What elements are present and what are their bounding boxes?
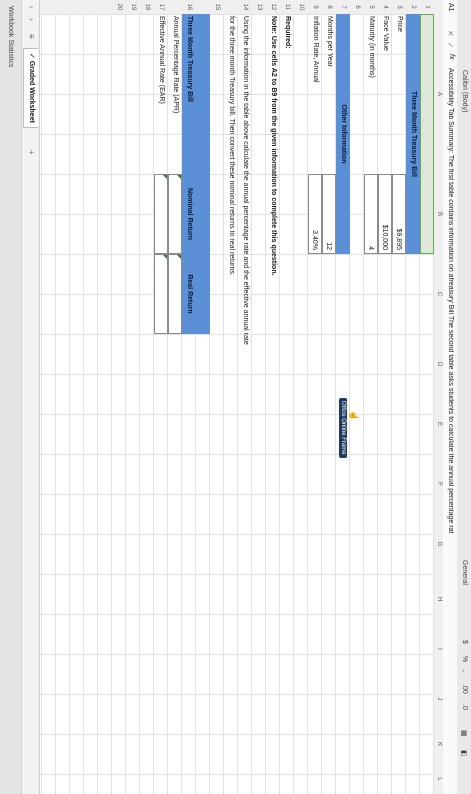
row-header-17[interactable]: 17 — [154, 0, 168, 14]
table2-label-months[interactable]: Months per Year — [322, 16, 336, 172]
row-header-20[interactable]: 20 — [112, 0, 126, 14]
column-header-c[interactable]: C — [434, 254, 443, 334]
row-header-bar: 1 2 3 4 5 6 7 8 9 10 11 12 13 14 15 16 1… — [40, 0, 434, 15]
column-header-a[interactable]: A — [434, 14, 443, 174]
table1-value-maturity[interactable]: 4 — [364, 174, 378, 254]
row-header-6[interactable]: 6 — [350, 0, 364, 14]
cell-indicator-icon — [177, 175, 181, 179]
increase-decimal-button[interactable]: .00 — [461, 684, 468, 694]
table1-label-face-value[interactable]: Face Value — [378, 16, 392, 172]
table3-col-real[interactable]: Real Return — [182, 254, 196, 334]
row-header-12[interactable]: 12 — [266, 0, 280, 14]
formula-content[interactable]: Accessibility Tab Summary: The first tab… — [447, 68, 454, 792]
table1-title[interactable]: Three Month Treasury Bill — [406, 14, 420, 254]
cell-indicator-icon — [163, 255, 167, 259]
check-icon: ✓ — [28, 53, 35, 61]
column-header-bar: A B C D E F G H I J K L — [433, 0, 443, 794]
cell-indicator-icon — [163, 175, 167, 179]
row-header-8[interactable]: 8 — [322, 0, 336, 14]
currency-format-button[interactable]: $ — [461, 640, 468, 644]
instruction-line-1[interactable]: Using the information in the table above… — [238, 16, 252, 345]
row-header-7[interactable]: 7 — [336, 0, 350, 14]
selected-cell-a1[interactable] — [420, 14, 434, 254]
column-header-b[interactable]: B — [434, 174, 443, 254]
row-header-16[interactable]: 16 — [182, 0, 196, 14]
font-name-box[interactable]: Calibri (Body) — [461, 70, 468, 112]
row-header-4[interactable]: 4 — [378, 0, 392, 14]
column-header-d[interactable]: D — [434, 334, 443, 394]
table1-label-maturity[interactable]: Maturity (in months) — [364, 16, 378, 172]
column-header-f[interactable]: F — [434, 454, 443, 514]
add-sheet-button[interactable]: + — [27, 150, 36, 155]
row-header-10[interactable]: 10 — [294, 0, 308, 14]
comma-format-button[interactable]: , — [461, 670, 468, 672]
tab-graded-worksheet[interactable]: ✓ Graded Worksheet — [23, 48, 38, 128]
table3-title[interactable]: Three Month Treasury Bill — [182, 16, 196, 102]
row-header-18[interactable]: 18 — [140, 0, 154, 14]
decrease-decimal-button[interactable]: .0 — [461, 704, 468, 710]
ear-nominal-input[interactable] — [154, 174, 168, 254]
fill-color-icon[interactable]: ◧ — [460, 750, 468, 757]
apr-real-input[interactable] — [168, 254, 182, 334]
table2-value-months[interactable]: 12 — [322, 174, 336, 254]
hand-cursor-icon: ☝ — [349, 410, 359, 422]
row-header-2[interactable]: 2 — [406, 0, 420, 14]
name-box[interactable]: A1 — [447, 3, 454, 12]
function-icon[interactable]: fx — [448, 54, 455, 59]
row-header-15[interactable]: 15 — [210, 0, 224, 14]
cancel-icon[interactable]: ✕ — [446, 30, 455, 37]
confirm-icon[interactable]: ✓ — [446, 42, 455, 49]
ear-real-input[interactable] — [154, 254, 168, 334]
number-format-dropdown[interactable]: General — [461, 560, 468, 585]
column-header-k[interactable]: K — [434, 724, 443, 764]
row-header-11[interactable]: 11 — [280, 0, 294, 14]
office-online-frame-tooltip: Office Online Frame — [339, 398, 347, 458]
row-header-19[interactable]: 19 — [126, 0, 140, 14]
workbook-statistics[interactable]: Workbook Statistics — [7, 6, 14, 67]
row-header-1[interactable]: 1 — [420, 0, 434, 14]
column-header-h[interactable]: H — [434, 574, 443, 624]
table1-label-price[interactable]: Price — [392, 16, 406, 172]
column-header-g[interactable]: G — [434, 514, 443, 574]
table3-col-nominal[interactable]: Nominal Return — [182, 174, 196, 254]
row-header-13[interactable]: 13 — [252, 0, 266, 14]
column-header-i[interactable]: I — [434, 624, 443, 674]
percent-format-button[interactable]: % — [461, 656, 468, 662]
table3-label-ear[interactable]: Effective Annual Rate (EAR) — [154, 16, 168, 172]
row-header-9[interactable]: 9 — [308, 0, 322, 14]
table3-label-apr[interactable]: Annual Percentage Rate (APR) — [168, 16, 182, 172]
column-header-l[interactable]: L — [434, 764, 443, 794]
table2-label-inflation[interactable]: Inflation Rate, Annual — [308, 16, 322, 172]
row-header-14[interactable]: 14 — [238, 0, 252, 14]
table1-value-face-value[interactable]: $10,000 — [378, 174, 392, 254]
table2-title[interactable]: Other Information — [336, 14, 350, 254]
column-header-j[interactable]: J — [434, 674, 443, 724]
apr-nominal-input[interactable] — [168, 174, 182, 254]
table1-value-price[interactable]: $9,895 — [392, 174, 406, 254]
status-bar: Workbook Statistics — [0, 0, 22, 794]
chevron-right-icon[interactable]: › — [27, 18, 36, 21]
sheet-tab-bar: ‹ › ≡ ✓ Graded Worksheet + — [21, 0, 40, 794]
table2-value-inflation[interactable]: 3.40% — [308, 174, 322, 254]
row-header-3[interactable]: 3 — [392, 0, 406, 14]
instruction-line-2[interactable]: for the three month Treasury bill. Then … — [224, 16, 238, 276]
formula-bar: A1 ✕ ✓ fx Accessibility Tab Summary: The… — [442, 0, 457, 794]
row-header-5[interactable]: 5 — [364, 0, 378, 14]
column-header-e[interactable]: E — [434, 394, 443, 454]
ribbon-toolbar: Calibri (Body) General $ % , .00 .0 ▦ ◧ — [456, 0, 471, 794]
required-heading[interactable]: Required: — [280, 16, 294, 49]
tab-label: Graded Worksheet — [28, 60, 35, 123]
spreadsheet-window: Calibri (Body) General $ % , .00 .0 ▦ ◧ … — [0, 0, 471, 794]
borders-icon[interactable]: ▦ — [460, 730, 468, 737]
required-note[interactable]: Note: Use cells A2 to B9 from the given … — [266, 16, 280, 276]
sheet-list-icon[interactable]: ≡ — [27, 34, 36, 39]
chevron-left-icon[interactable]: ‹ — [27, 6, 36, 9]
cell-indicator-icon — [177, 255, 181, 259]
